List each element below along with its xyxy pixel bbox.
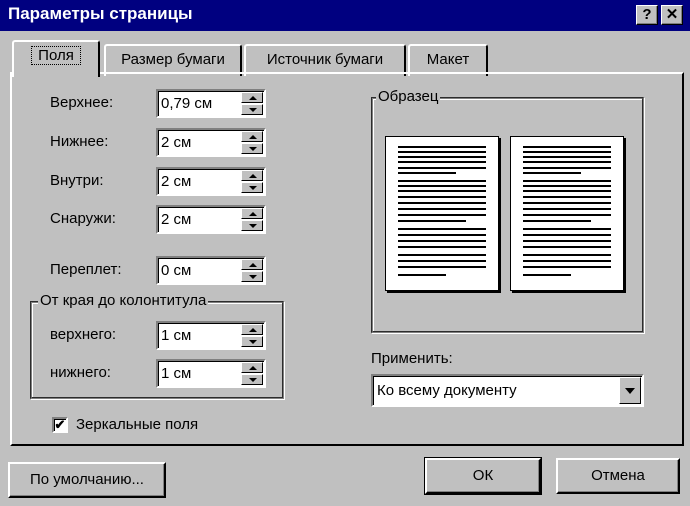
- apply-to-label: Применить:: [371, 350, 453, 367]
- preview-group-title: Образец: [376, 88, 441, 105]
- spin-up-button[interactable]: [241, 362, 263, 373]
- outside-margin-spinner[interactable]: 2 см: [156, 205, 266, 234]
- window-title: Параметры страницы: [8, 4, 193, 23]
- spin-up-button[interactable]: [241, 208, 263, 219]
- cancel-button[interactable]: Отмена: [556, 458, 680, 494]
- default-button[interactable]: По умолчанию...: [8, 462, 166, 498]
- bottom-margin-value[interactable]: 2 см: [161, 134, 191, 151]
- tab-label: Размер бумаги: [121, 51, 225, 68]
- spin-down-button[interactable]: [241, 143, 263, 154]
- help-button[interactable]: ?: [636, 5, 658, 25]
- inside-margin-value[interactable]: 2 см: [161, 173, 191, 190]
- title-bar: Параметры страницы ? ✕: [0, 0, 690, 31]
- header-distance-spinner[interactable]: 1 см: [156, 321, 266, 350]
- page-setup-dialog: Параметры страницы ? ✕ Поля Размер бумаг…: [0, 0, 690, 506]
- top-margin-spinner[interactable]: 0,79 см: [156, 89, 266, 118]
- apply-to-value[interactable]: Ко всему документу: [377, 382, 517, 399]
- spin-up-button[interactable]: [241, 324, 263, 335]
- tab-label: Источник бумаги: [266, 51, 384, 68]
- header-distance-label: верхнего:: [50, 326, 117, 343]
- footer-distance-spinner[interactable]: 1 см: [156, 359, 266, 388]
- footer-distance-label: нижнего:: [50, 364, 111, 381]
- spin-up-button[interactable]: [241, 170, 263, 181]
- top-margin-value[interactable]: 0,79 см: [161, 95, 212, 112]
- gutter-label: Переплет:: [50, 261, 122, 278]
- spin-down-button[interactable]: [241, 104, 263, 115]
- header-distance-value[interactable]: 1 см: [161, 327, 191, 344]
- spin-down-button[interactable]: [241, 336, 263, 347]
- spin-down-button[interactable]: [241, 374, 263, 385]
- inside-margin-label: Внутри:: [50, 172, 104, 189]
- mirror-margins-checkbox[interactable]: ✔: [52, 417, 68, 433]
- spin-up-button[interactable]: [241, 131, 263, 142]
- gutter-spinner[interactable]: 0 см: [156, 256, 266, 285]
- bottom-margin-label: Нижнее:: [50, 133, 109, 150]
- outside-margin-label: Снаружи:: [50, 210, 116, 227]
- gutter-value[interactable]: 0 см: [161, 262, 191, 279]
- outside-margin-value[interactable]: 2 см: [161, 211, 191, 228]
- footer-distance-value[interactable]: 1 см: [161, 365, 191, 382]
- spin-down-button[interactable]: [241, 182, 263, 193]
- header-footer-group-title: От края до колонтитула: [38, 292, 209, 309]
- tab-margins[interactable]: Поля: [12, 40, 100, 77]
- spin-up-button[interactable]: [241, 92, 263, 103]
- preview-page-right: [510, 136, 624, 291]
- inside-margin-spinner[interactable]: 2 см: [156, 167, 266, 196]
- mirror-margins-label[interactable]: Зеркальные поля: [76, 416, 198, 433]
- spin-down-button[interactable]: [241, 220, 263, 231]
- chevron-down-icon[interactable]: [619, 377, 641, 404]
- tab-label: Макет: [426, 51, 470, 68]
- spin-down-button[interactable]: [241, 271, 263, 282]
- bottom-margin-spinner[interactable]: 2 см: [156, 128, 266, 157]
- ok-button[interactable]: ОК: [424, 457, 542, 495]
- close-button[interactable]: ✕: [661, 5, 683, 25]
- preview-page-left: [385, 136, 499, 291]
- page-lines: [398, 146, 486, 276]
- tab-label: Поля: [31, 46, 81, 65]
- apply-to-dropdown[interactable]: Ко всему документу: [371, 374, 644, 407]
- page-lines: [523, 146, 611, 276]
- spin-up-button[interactable]: [241, 259, 263, 270]
- top-margin-label: Верхнее:: [50, 94, 114, 111]
